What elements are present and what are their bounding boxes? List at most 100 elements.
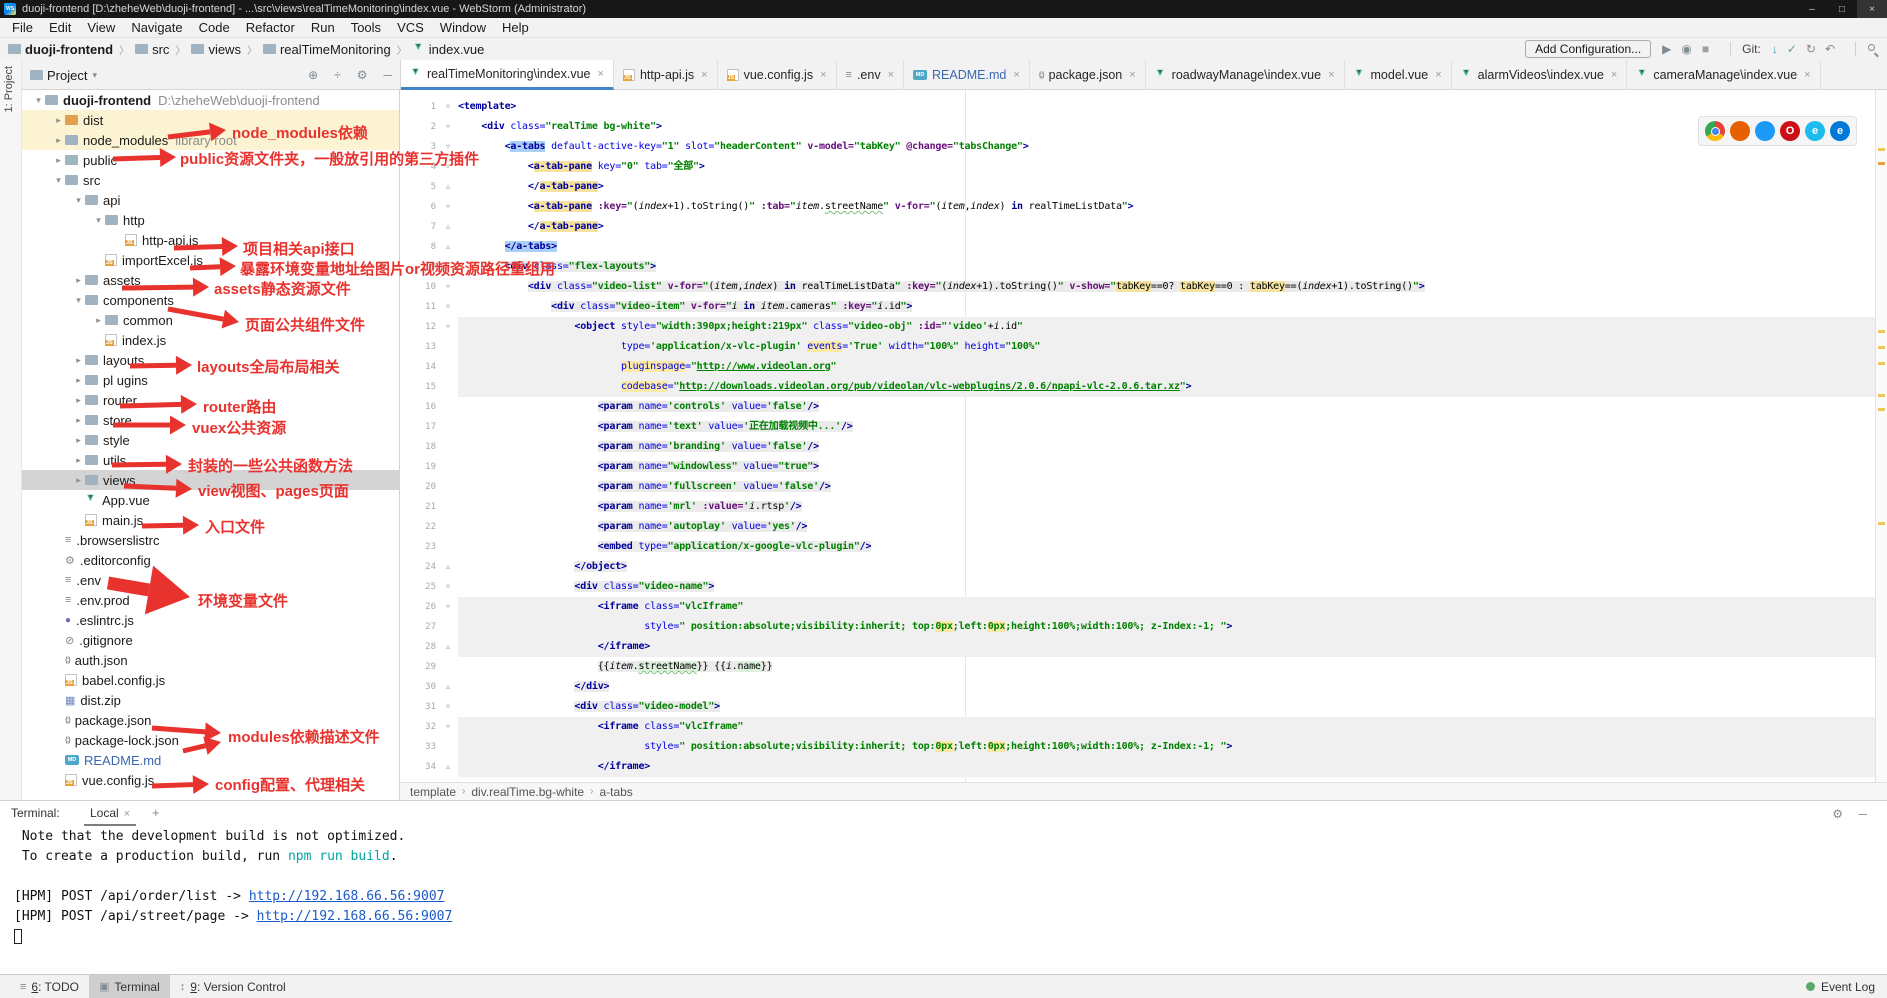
tab-http-api-js[interactable]: JShttp-api.js× bbox=[614, 60, 718, 90]
tree-item-http-api-js[interactable]: JShttp-api.js bbox=[22, 230, 399, 250]
editor-breadcrumb-template[interactable]: template bbox=[410, 785, 456, 799]
debug-icon[interactable]: ◉ bbox=[1681, 42, 1691, 56]
chevron-collapsed-icon[interactable]: ▸ bbox=[72, 355, 85, 366]
tree-item-pl-ugins[interactable]: ▸pl ugins bbox=[22, 370, 399, 390]
chrome-icon[interactable] bbox=[1705, 121, 1725, 141]
tree-item-views[interactable]: ▸views bbox=[22, 470, 399, 490]
commit-icon[interactable]: ✓ bbox=[1787, 42, 1797, 56]
tree-item-auth-json[interactable]: {;}auth.json bbox=[22, 650, 399, 670]
chevron-collapsed-icon[interactable]: ▸ bbox=[72, 455, 85, 466]
menu-tools[interactable]: Tools bbox=[343, 20, 389, 35]
menu-file[interactable]: File bbox=[4, 20, 41, 35]
tree-item-components[interactable]: ▾components bbox=[22, 290, 399, 310]
tree-item-router[interactable]: ▸router bbox=[22, 390, 399, 410]
tree-item-readme-md[interactable]: MDREADME.md bbox=[22, 750, 399, 770]
tree-item-importexcel-js[interactable]: JSimportExcel.js bbox=[22, 250, 399, 270]
tree-item-eslintrc-js[interactable]: ●.eslintrc.js bbox=[22, 610, 399, 630]
firefox-icon[interactable] bbox=[1730, 121, 1750, 141]
menu-window[interactable]: Window bbox=[432, 20, 494, 35]
menu-edit[interactable]: Edit bbox=[41, 20, 79, 35]
tab-vue-config-js[interactable]: JSvue.config.js× bbox=[718, 60, 837, 90]
stop-icon[interactable]: ■ bbox=[1702, 42, 1709, 56]
chevron-collapsed-icon[interactable]: ▸ bbox=[72, 395, 85, 406]
tree-item-common[interactable]: ▸common bbox=[22, 310, 399, 330]
add-configuration-button[interactable]: Add Configuration... bbox=[1525, 40, 1651, 58]
terminal-output[interactable]: Note that the development build is not o… bbox=[14, 827, 1883, 968]
stripe-mark[interactable] bbox=[1878, 408, 1885, 411]
project-panel-title[interactable]: Project bbox=[47, 68, 87, 83]
stripe-mark[interactable] bbox=[1878, 148, 1885, 151]
tree-item-index-js[interactable]: JSindex.js bbox=[22, 330, 399, 350]
chevron-collapsed-icon[interactable]: ▸ bbox=[72, 275, 85, 286]
breadcrumb-src[interactable]: src bbox=[152, 42, 169, 57]
fold-open-icon[interactable]: ▿ bbox=[442, 157, 454, 177]
breadcrumb-duoji-frontend[interactable]: duoji-frontend bbox=[25, 42, 113, 57]
chevron-collapsed-icon[interactable]: ▸ bbox=[72, 375, 85, 386]
fold-open-icon[interactable]: ▿ bbox=[442, 577, 454, 597]
stripe-mark[interactable] bbox=[1878, 346, 1885, 349]
tree-item-api[interactable]: ▾api bbox=[22, 190, 399, 210]
opera-icon[interactable]: O bbox=[1780, 121, 1800, 141]
tab-realtimemonitoring-index-vue[interactable]: ▼▼realTimeMonitoring\index.vue× bbox=[401, 60, 614, 90]
tab-close-icon[interactable]: × bbox=[1013, 69, 1019, 81]
safari-icon[interactable] bbox=[1755, 121, 1775, 141]
chevron-collapsed-icon[interactable]: ▸ bbox=[52, 135, 65, 146]
menu-vcs[interactable]: VCS bbox=[389, 20, 432, 35]
fold-open-icon[interactable]: ▿ bbox=[442, 97, 454, 117]
event-log-button[interactable]: Event Log bbox=[1821, 980, 1875, 994]
tree-item-app-vue[interactable]: ▼▼App.vue bbox=[22, 490, 399, 510]
chevron-down-icon[interactable]: ▾ bbox=[92, 70, 97, 81]
code-editor[interactable]: 1▿<template>2▿ <div class="realTime bg-w… bbox=[400, 90, 1875, 782]
chevron-expanded-icon[interactable]: ▾ bbox=[52, 175, 65, 186]
breadcrumb-index-vue[interactable]: index.vue bbox=[429, 42, 485, 57]
tree-item-main-js[interactable]: JSmain.js bbox=[22, 510, 399, 530]
editor-breadcrumb-div-realtime-bg-white[interactable]: div.realTime.bg-white bbox=[471, 785, 584, 799]
settings-gear-icon[interactable]: ⚙ bbox=[357, 68, 368, 82]
tab-close-icon[interactable]: × bbox=[598, 68, 604, 80]
tree-item-assets[interactable]: ▸assets bbox=[22, 270, 399, 290]
tab-close-icon[interactable]: × bbox=[1435, 69, 1441, 81]
tab-env[interactable]: ≡.env× bbox=[837, 60, 905, 90]
tree-item-gitignore[interactable]: ⊘.gitignore bbox=[22, 630, 399, 650]
tree-item-editorconfig[interactable]: ⚙.editorconfig bbox=[22, 550, 399, 570]
statusbar-terminal[interactable]: ▣Terminal bbox=[89, 975, 170, 998]
stripe-mark[interactable] bbox=[1878, 522, 1885, 525]
fold-open-icon[interactable]: ▿ bbox=[442, 277, 454, 297]
fold-close-icon[interactable]: ▵ bbox=[442, 757, 454, 777]
tree-item-node-modules[interactable]: ▸node_moduleslibrary root bbox=[22, 130, 399, 150]
stripe-mark[interactable] bbox=[1878, 162, 1885, 165]
fold-close-icon[interactable]: ▵ bbox=[442, 177, 454, 197]
terminal-link[interactable]: http://192.168.66.56:9007 bbox=[257, 909, 453, 924]
tree-item-src[interactable]: ▾src bbox=[22, 170, 399, 190]
stripe-mark[interactable] bbox=[1878, 362, 1885, 365]
fold-open-icon[interactable]: ▿ bbox=[442, 137, 454, 157]
tab-close-icon[interactable]: × bbox=[888, 69, 894, 81]
tab-cameramanage-index-vue[interactable]: ▼▼cameraManage\index.vue× bbox=[1627, 60, 1820, 90]
hide-panel-icon[interactable]: ─ bbox=[383, 68, 392, 82]
tree-item-store[interactable]: ▸store bbox=[22, 410, 399, 430]
tree-item-utils[interactable]: ▸utils bbox=[22, 450, 399, 470]
terminal-link[interactable]: http://192.168.66.56:9007 bbox=[249, 889, 445, 904]
statusbar-9-version-control[interactable]: ↕9: Version Control bbox=[170, 975, 296, 998]
tree-item-dist-zip[interactable]: ▦dist.zip bbox=[22, 690, 399, 710]
ie-icon[interactable]: e bbox=[1805, 121, 1825, 141]
chevron-collapsed-icon[interactable]: ▸ bbox=[72, 415, 85, 426]
fold-close-icon[interactable]: ▵ bbox=[442, 677, 454, 697]
tree-item-public[interactable]: ▸public bbox=[22, 150, 399, 170]
tree-item-package-json[interactable]: {;}package.json bbox=[22, 710, 399, 730]
fold-open-icon[interactable]: ▿ bbox=[442, 697, 454, 717]
chevron-collapsed-icon[interactable]: ▸ bbox=[72, 435, 85, 446]
terminal-hide-icon[interactable]: ─ bbox=[1858, 807, 1867, 821]
minimize-icon[interactable]: – bbox=[1797, 0, 1827, 18]
chevron-collapsed-icon[interactable]: ▸ bbox=[52, 115, 65, 126]
tab-close-icon[interactable]: × bbox=[1129, 69, 1135, 81]
chevron-expanded-icon[interactable]: ▾ bbox=[92, 215, 105, 226]
new-terminal-session-icon[interactable]: + bbox=[152, 805, 160, 820]
chevron-collapsed-icon[interactable]: ▸ bbox=[52, 155, 65, 166]
tree-item-package-lock-json[interactable]: {;}package-lock.json bbox=[22, 730, 399, 750]
fold-close-icon[interactable]: ▵ bbox=[442, 237, 454, 257]
chevron-expanded-icon[interactable]: ▾ bbox=[72, 295, 85, 306]
fold-open-icon[interactable]: ▿ bbox=[442, 317, 454, 337]
locate-file-icon[interactable]: ⊕ bbox=[308, 68, 318, 82]
menu-navigate[interactable]: Navigate bbox=[123, 20, 190, 35]
